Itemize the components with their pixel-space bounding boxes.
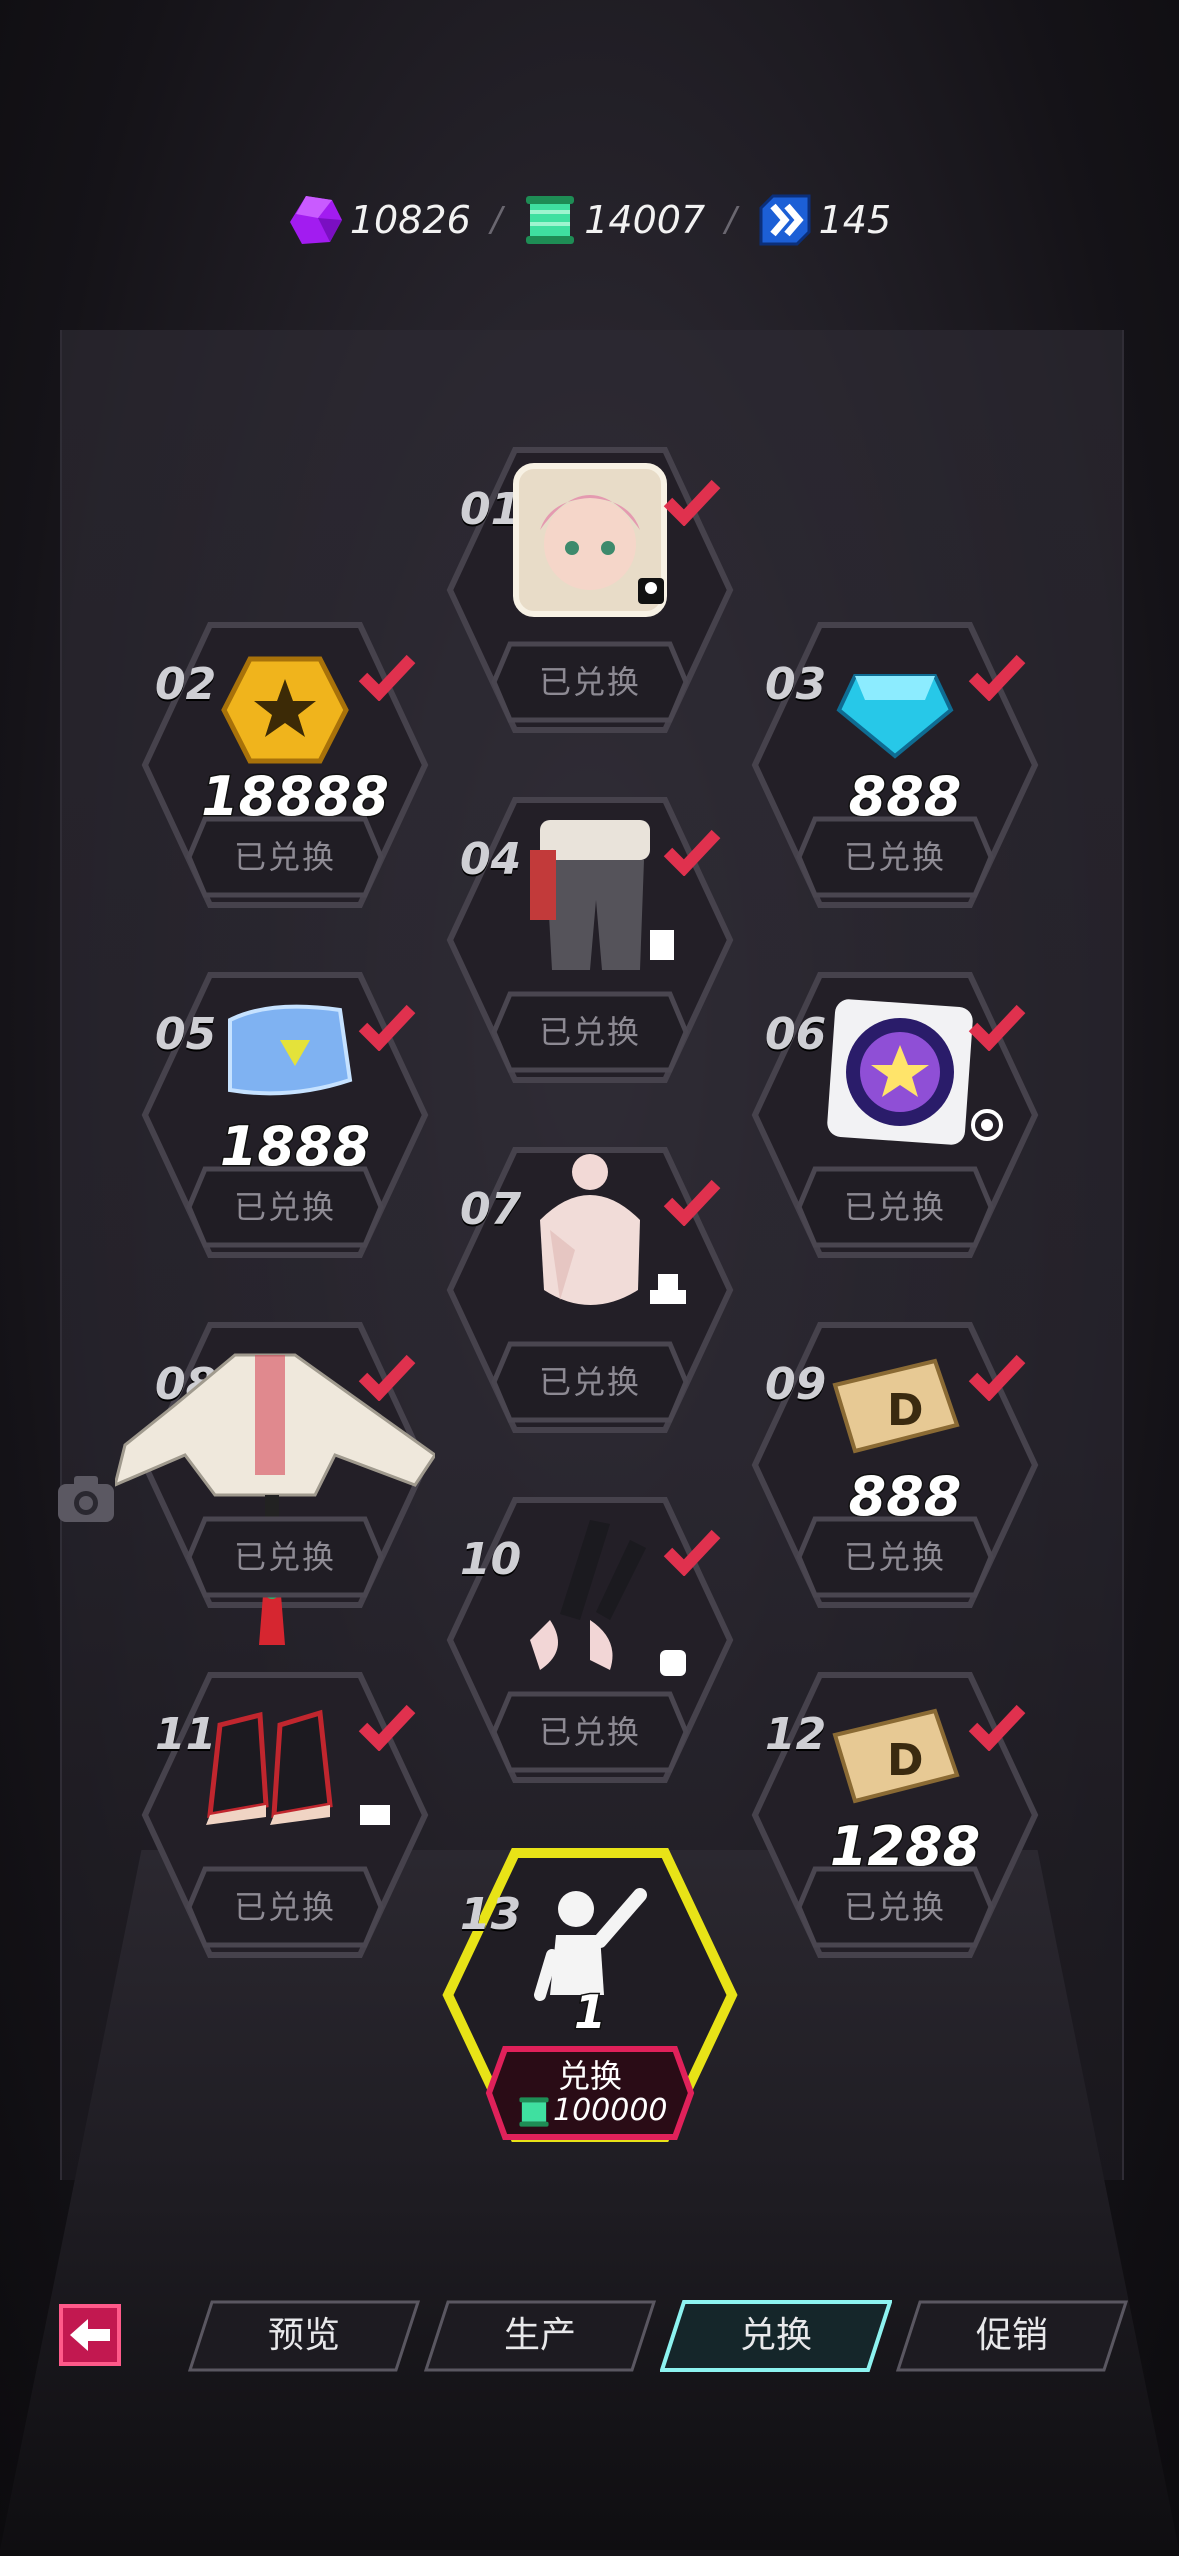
redeemed-label: 已兑换 (538, 1713, 641, 1751)
tab-label: 预览 (267, 2315, 340, 2356)
gold-coin-icon (221, 656, 349, 764)
check-icon (358, 1004, 416, 1051)
currency-bar: 10826 / 14007 / 145 (0, 190, 1179, 250)
redeemed-button: 已兑换 (185, 1865, 385, 1949)
check-icon (663, 479, 721, 526)
purple-crystal-icon (289, 196, 342, 244)
check-icon (358, 654, 416, 701)
reward-item-13[interactable]: 13 1 兑换 100000 (440, 1845, 740, 2145)
blue-gem-icon (836, 674, 954, 759)
svg-text:D: D (887, 1735, 924, 1786)
check-icon (663, 1529, 721, 1576)
currency-blue-value: 145 (818, 198, 892, 242)
redeemed-button: 已兑换 (795, 1165, 995, 1249)
currency-separator: / (490, 200, 503, 240)
redeemed-button: 已兑换 (185, 1515, 385, 1599)
redeemed-label: 已兑换 (233, 1538, 336, 1576)
reward-item-07[interactable]: 07 已兑换 (440, 1140, 740, 1440)
redeemed-label: 已兑换 (233, 1888, 336, 1926)
check-icon (358, 1354, 416, 1401)
reward-item-09[interactable]: 09 D 888 已兑换 (745, 1315, 1045, 1615)
tab-exchange[interactable]: 兑换 (660, 2300, 892, 2372)
d-ticket-icon: D (832, 1708, 960, 1804)
check-icon (968, 1704, 1026, 1751)
reward-item-11[interactable]: 11 已兑换 (135, 1665, 435, 1965)
item-quantity: 1 (572, 1984, 607, 2041)
currency-green-value: 14007 (584, 198, 706, 242)
currency-separator: / (725, 200, 737, 240)
green-scroll-icon (526, 196, 575, 244)
blue-chevron-badge-icon (759, 194, 811, 246)
check-icon (968, 1004, 1026, 1051)
exchange-cost: 100000 (553, 2093, 668, 2128)
item-number: 12 (765, 1709, 827, 1760)
currency-blue: 145 (757, 192, 892, 248)
svg-text:D: D (887, 1385, 924, 1436)
currency-purple-value: 10826 (349, 198, 471, 242)
reward-item-12[interactable]: 12 D 1288 已兑换 (745, 1665, 1045, 1965)
reward-item-05[interactable]: 05 1888 已兑换 (135, 965, 435, 1265)
check-icon (968, 1354, 1026, 1401)
reward-item-08[interactable]: 08 已兑换 (115, 1315, 435, 1645)
check-icon (663, 829, 721, 876)
redeemed-button: 已兑换 (795, 1515, 995, 1599)
item-number: 07 (460, 1184, 522, 1235)
item-number: 02 (155, 659, 217, 710)
redeemed-label: 已兑换 (233, 838, 336, 876)
redeemed-button: 已兑换 (490, 1340, 690, 1424)
item-number: 03 (765, 659, 827, 710)
redeemed-button: 已兑换 (490, 640, 690, 724)
currency-green: 14007 (522, 192, 705, 248)
redeemed-button: 已兑换 (185, 1165, 385, 1249)
check-icon (968, 654, 1026, 701)
exchange-button-label: 兑换 (557, 2057, 622, 2095)
tab-label: 促销 (975, 2315, 1048, 2356)
exchange-button[interactable]: 兑换 100000 (485, 2045, 695, 2141)
character-portrait-icon (513, 463, 667, 617)
reward-item-10[interactable]: 10 已兑换 (440, 1490, 740, 1790)
redeemed-label: 已兑换 (843, 838, 946, 876)
back-button[interactable] (58, 2303, 122, 2367)
ticket-icon (228, 1004, 353, 1096)
check-icon (663, 1179, 721, 1226)
redeemed-button: 已兑换 (490, 1690, 690, 1774)
reward-item-06[interactable]: 06 已兑换 (745, 965, 1045, 1265)
camera-icon[interactable] (56, 1472, 116, 1524)
item-number: 09 (765, 1359, 827, 1410)
redeemed-label: 已兑换 (538, 1013, 641, 1051)
redeemed-label: 已兑换 (233, 1188, 336, 1226)
tab-preview[interactable]: 预览 (188, 2300, 420, 2372)
tab-promotion[interactable]: 促销 (896, 2300, 1128, 2372)
item-number: 13 (460, 1889, 522, 1940)
reward-item-01[interactable]: 01 已兑换 (440, 440, 740, 740)
redeemed-button: 已兑换 (795, 1865, 995, 1949)
reward-item-03[interactable]: 03 888 已兑换 (745, 615, 1045, 915)
redeemed-button: 已兑换 (185, 815, 385, 899)
currency-purple: 10826 (288, 192, 471, 248)
tab-production[interactable]: 生产 (424, 2300, 656, 2372)
redeemed-button: 已兑换 (490, 990, 690, 1074)
item-number: 05 (155, 1009, 217, 1060)
redeemed-label: 已兑换 (843, 1888, 946, 1926)
pants-icon (530, 820, 674, 970)
redeemed-label: 已兑换 (843, 1188, 946, 1226)
reward-item-02[interactable]: 02 18888 已兑换 (135, 615, 435, 915)
reward-item-04[interactable]: 04 已兑换 (440, 790, 740, 1090)
redeemed-label: 已兑换 (538, 663, 641, 701)
redeemed-button: 已兑换 (795, 815, 995, 899)
check-icon (358, 1704, 416, 1751)
tab-label: 生产 (503, 2315, 576, 2356)
redeemed-label: 已兑换 (538, 1363, 641, 1401)
tab-label: 兑换 (739, 2315, 812, 2356)
redeemed-label: 已兑换 (843, 1538, 946, 1576)
d-ticket-icon: D (832, 1358, 960, 1454)
green-scroll-icon (519, 2097, 549, 2127)
